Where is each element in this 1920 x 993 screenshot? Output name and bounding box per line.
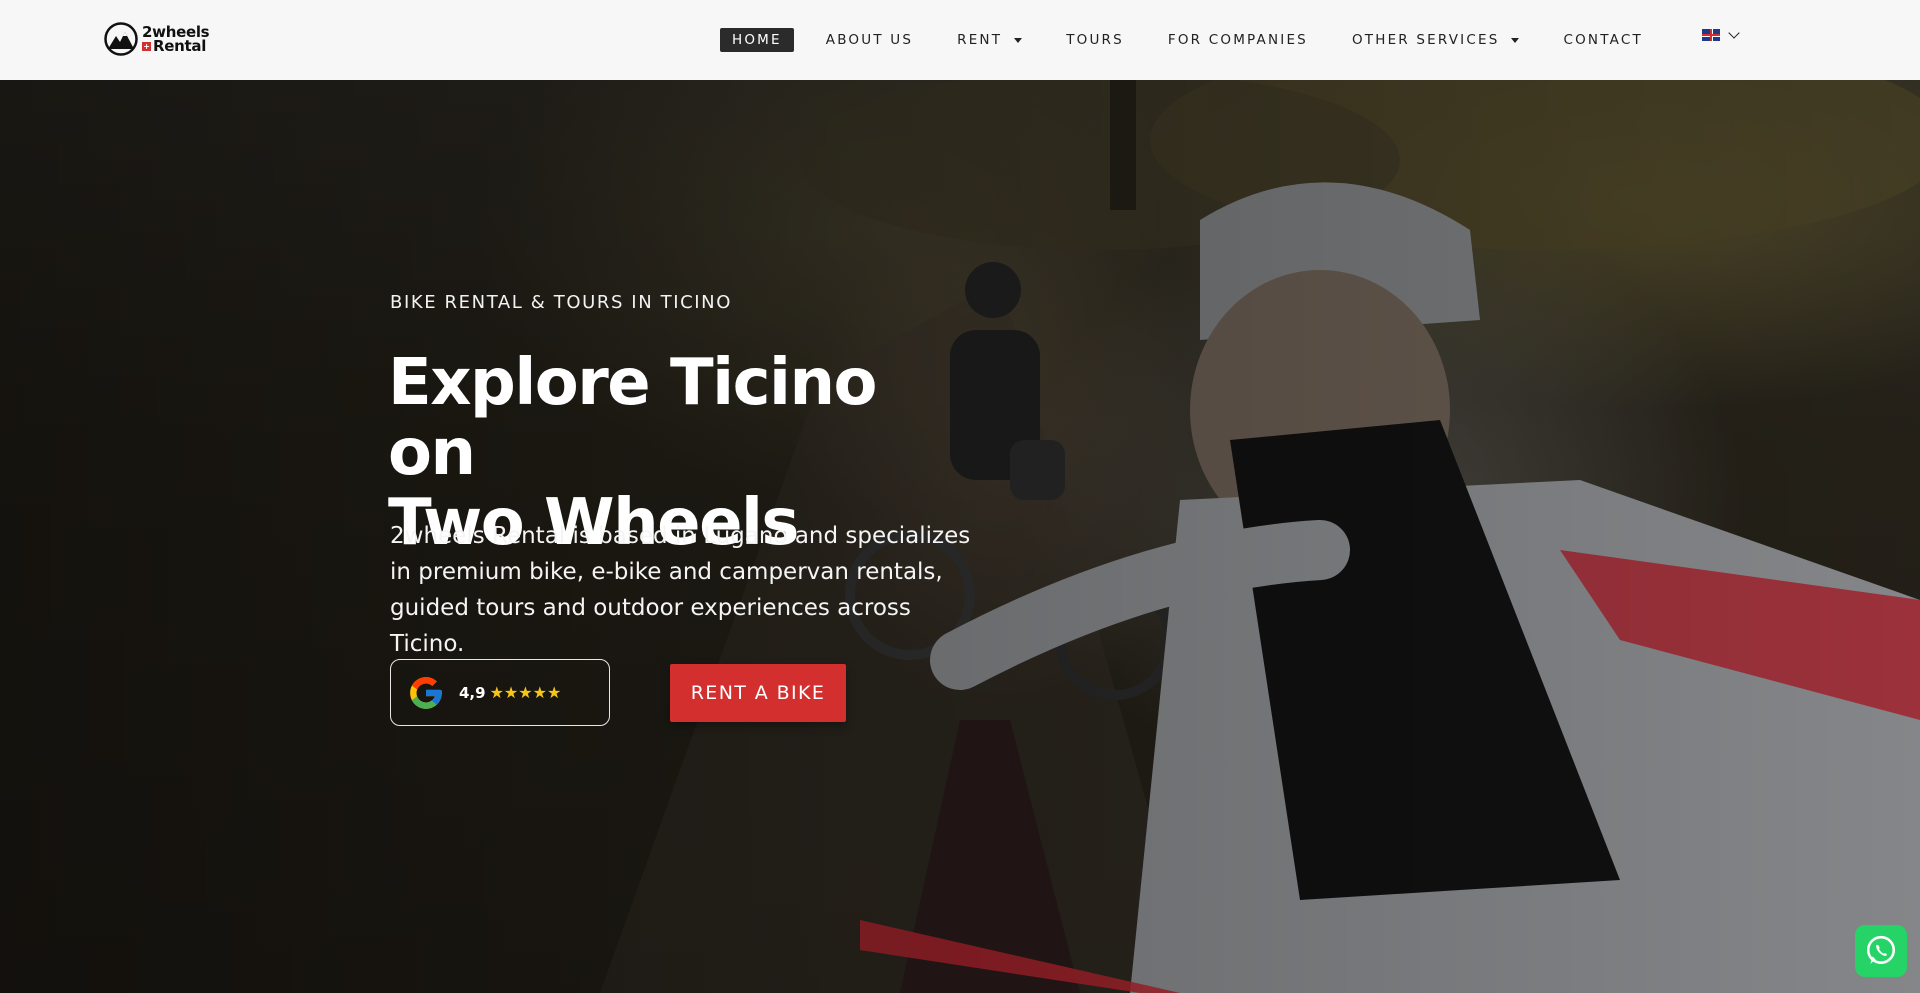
- language-switcher[interactable]: [1702, 27, 1740, 41]
- rent-a-bike-button[interactable]: RENT A BIKE: [670, 664, 846, 722]
- nav-about-us[interactable]: ABOUT US: [826, 32, 913, 48]
- headline-line-1: Explore Ticino on: [388, 346, 877, 490]
- hero-eyebrow: BIKE RENTAL & TOURS IN TICINO: [390, 292, 733, 313]
- nav-label: CONTACT: [1563, 32, 1643, 48]
- chevron-down-icon: [1728, 27, 1740, 39]
- nav-label: TOURS: [1066, 32, 1124, 48]
- swiss-flag-icon: +: [142, 41, 151, 51]
- whatsapp-chat-button[interactable]: [1855, 925, 1907, 977]
- nav-label: OTHER SERVICES: [1351, 32, 1500, 48]
- caret-down-icon: [1511, 37, 1520, 43]
- site-logo[interactable]: 2wheels + Rental: [104, 20, 210, 58]
- hero-section: BIKE RENTAL & TOURS IN TICINO Explore Ti…: [0, 80, 1920, 993]
- google-icon: [410, 676, 442, 709]
- rating-value: 4,9: [459, 683, 486, 702]
- nav-label: FOR COMPANIES: [1167, 32, 1308, 48]
- nav-home[interactable]: HOME: [720, 28, 794, 52]
- caret-down-icon: [1014, 37, 1023, 43]
- whatsapp-icon: [1866, 935, 1896, 964]
- uk-flag-icon: [1702, 29, 1720, 41]
- nav-label: RENT: [957, 32, 1003, 48]
- logo-line-2: Rental: [153, 37, 207, 55]
- nav-label: ABOUT US: [825, 32, 914, 48]
- nav-rent[interactable]: RENT: [957, 32, 1023, 48]
- nav-for-companies[interactable]: FOR COMPANIES: [1168, 32, 1308, 48]
- rating-stars: ★★★★★: [489, 684, 562, 702]
- site-header: 2wheels + Rental HOME ABOUT US RENT TOUR…: [0, 0, 1920, 80]
- google-review-badge[interactable]: 4,9 ★★★★★: [390, 659, 610, 726]
- main-nav: HOME ABOUT US RENT TOURS FOR COMPANIES O…: [720, 28, 1643, 52]
- nav-contact[interactable]: CONTACT: [1563, 32, 1642, 48]
- logo-line-2-wrap: + Rental: [142, 37, 209, 55]
- mountain-logo-icon: [104, 22, 138, 56]
- nav-label: HOME: [732, 32, 782, 48]
- hero-description: 2wheels Rental is based in Lugano and sp…: [390, 523, 971, 657]
- nav-tours[interactable]: TOURS: [1066, 32, 1124, 48]
- logo-wordmark: 2wheels + Rental: [142, 25, 210, 55]
- nav-other-services[interactable]: OTHER SERVICES: [1352, 32, 1520, 48]
